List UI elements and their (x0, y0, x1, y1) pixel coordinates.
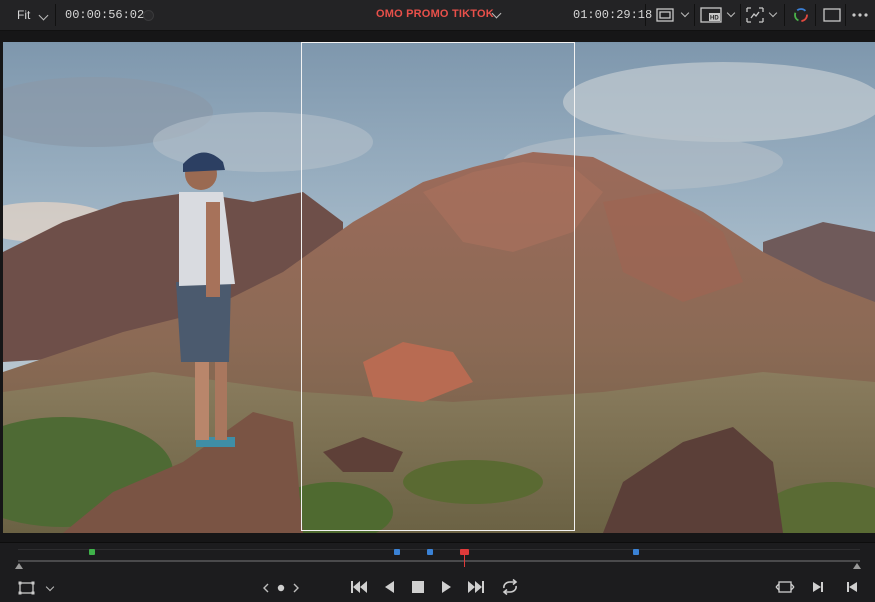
go-to-end-icon[interactable] (466, 579, 486, 595)
playhead-marker-red[interactable] (460, 549, 469, 555)
divider (740, 4, 741, 26)
svg-text:HD: HD (710, 16, 719, 22)
viewer-frame-icon[interactable] (655, 6, 675, 24)
previous-frame-icon[interactable] (845, 580, 859, 594)
more-options-icon[interactable] (850, 6, 870, 24)
timeline-duration-timecode: 00:00:56:02 (65, 8, 145, 22)
timecode-options-icon[interactable] (143, 10, 154, 21)
marker-blue[interactable] (427, 549, 433, 555)
in-point-handle[interactable] (15, 563, 23, 569)
crop-guide-overlay (301, 42, 575, 531)
timeline-title[interactable]: OMO PROMO TIKTOK (376, 8, 494, 20)
transform-frame-icon[interactable] (17, 580, 37, 596)
transport-panel (0, 542, 875, 602)
viewer-header: Fit 00:00:56:02 OMO PROMO TIKTOK 01:00:2… (0, 0, 875, 31)
out-point-handle[interactable] (853, 563, 861, 569)
chevron-down-icon[interactable] (45, 582, 55, 592)
marker-blue[interactable] (633, 549, 639, 555)
divider (694, 4, 695, 26)
next-frame-icon[interactable] (811, 580, 825, 594)
stop-icon[interactable] (410, 579, 426, 595)
single-viewer-icon[interactable] (822, 6, 842, 24)
go-to-start-icon[interactable] (349, 579, 369, 595)
play-reverse-icon[interactable] (382, 579, 398, 595)
divider (815, 4, 816, 26)
play-icon[interactable] (438, 579, 454, 595)
chevron-down-icon[interactable] (680, 8, 690, 18)
marker-green[interactable] (89, 549, 95, 555)
jog-control[interactable] (262, 581, 300, 595)
marker-blue[interactable] (394, 549, 400, 555)
scrubber-track[interactable] (18, 560, 860, 562)
marker-lane (18, 549, 860, 550)
divider (845, 4, 846, 26)
color-wheel-icon[interactable] (791, 6, 811, 24)
chevron-down-icon[interactable] (768, 8, 778, 18)
hd-monitor-icon[interactable]: HD (700, 6, 722, 24)
chevron-down-icon[interactable] (726, 8, 736, 18)
transform-overlay-icon[interactable] (745, 6, 765, 24)
divider (55, 4, 56, 26)
divider (645, 4, 646, 26)
chevron-down-icon[interactable] (38, 10, 49, 21)
divider (784, 4, 785, 26)
playhead-timecode: 01:00:29:18 (573, 8, 653, 22)
loop-icon[interactable] (500, 578, 520, 596)
zoom-fit-dropdown[interactable]: Fit (17, 8, 30, 22)
match-frame-icon[interactable] (775, 579, 795, 595)
